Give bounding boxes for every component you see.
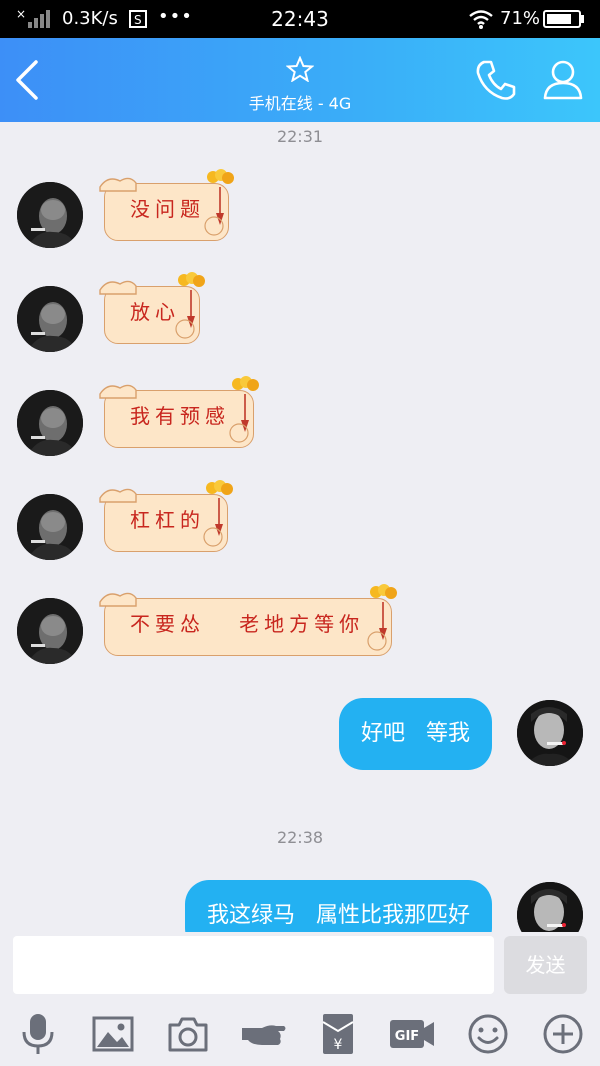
message-sticker[interactable]: 不要怂 老地方等你 bbox=[99, 584, 397, 656]
phone-icon[interactable] bbox=[474, 58, 518, 102]
mic-icon[interactable] bbox=[16, 1012, 60, 1056]
wifi-icon bbox=[469, 10, 493, 29]
input-bar: 发送 ¥ GIF bbox=[0, 932, 600, 1066]
emoji-icon[interactable] bbox=[466, 1012, 510, 1056]
battery-percent: 71% bbox=[500, 8, 541, 29]
message-sticker[interactable]: 没问题 bbox=[99, 169, 234, 241]
my-avatar[interactable] bbox=[517, 700, 583, 766]
status-bar: × 0.3K/s S ••• 22:43 71% bbox=[0, 0, 600, 38]
chat-header: 手机在线 - 4G bbox=[0, 38, 600, 122]
profile-icon[interactable] bbox=[542, 58, 584, 100]
gif-icon[interactable]: GIF bbox=[388, 1012, 436, 1056]
my-avatar[interactable] bbox=[517, 882, 583, 932]
gif-label: GIF bbox=[395, 1029, 419, 1044]
contact-avatar[interactable] bbox=[17, 494, 83, 560]
plus-icon[interactable] bbox=[541, 1012, 585, 1056]
message-text: 放心 bbox=[130, 300, 180, 324]
message-sticker[interactable]: 放心 bbox=[99, 272, 205, 344]
message-text: 我有预感 bbox=[130, 404, 230, 428]
sent-message-bubble[interactable]: 我这绿马 属性比我那匹好 bbox=[185, 880, 492, 932]
message-text: 杠杠的 bbox=[130, 508, 205, 532]
contact-avatar[interactable] bbox=[17, 182, 83, 248]
red-packet-icon[interactable]: ¥ bbox=[316, 1012, 360, 1056]
send-button[interactable]: 发送 bbox=[504, 936, 587, 994]
message-sticker[interactable]: 我有预感 bbox=[99, 376, 259, 448]
message-sticker[interactable]: 杠杠的 bbox=[99, 480, 233, 552]
timestamp: 22:31 bbox=[276, 127, 324, 146]
contact-avatar[interactable] bbox=[17, 390, 83, 456]
message-input[interactable] bbox=[13, 936, 494, 994]
sent-message-bubble[interactable]: 好吧 等我 bbox=[339, 698, 492, 770]
star-icon[interactable] bbox=[286, 56, 314, 82]
message-text: 没问题 bbox=[130, 197, 205, 221]
red-packet-symbol: ¥ bbox=[334, 1037, 343, 1053]
contact-avatar[interactable] bbox=[17, 286, 83, 352]
hand-icon[interactable] bbox=[240, 1012, 288, 1056]
message-text: 不要怂 老地方等你 bbox=[130, 612, 365, 636]
message-list[interactable]: 22:31 没问题 放心 我有预感 杠杠的 不要怂 老地方等你 好吧 等我 22… bbox=[0, 122, 600, 932]
timestamp: 22:38 bbox=[276, 828, 324, 847]
contact-avatar[interactable] bbox=[17, 598, 83, 664]
camera-icon[interactable] bbox=[166, 1012, 210, 1056]
image-icon[interactable] bbox=[91, 1012, 135, 1056]
battery-icon bbox=[543, 10, 584, 28]
